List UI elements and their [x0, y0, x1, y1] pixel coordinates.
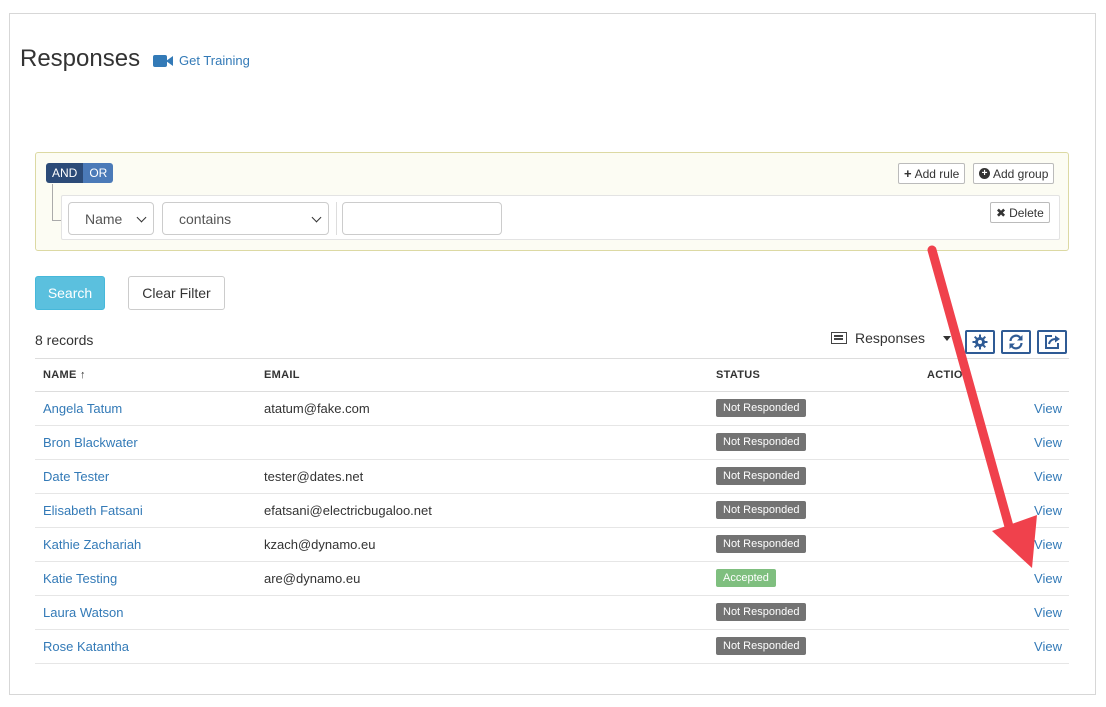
view-link[interactable]: View — [1034, 401, 1062, 416]
rule-divider — [336, 202, 337, 235]
settings-button[interactable] — [965, 330, 995, 354]
respondent-name-link[interactable]: Date Tester — [43, 469, 109, 484]
status-cell: Not Responded — [716, 399, 807, 417]
status-badge: Not Responded — [716, 467, 807, 485]
chevron-down-icon — [136, 212, 147, 223]
rule-value-input[interactable] — [342, 202, 502, 235]
responses-table: NAME ↑ EMAIL STATUS ACTION Angela Tatum a… — [35, 358, 1069, 664]
caret-down-icon — [943, 335, 952, 341]
clear-filter-button[interactable]: Clear Filter — [128, 276, 225, 310]
view-link[interactable]: View — [1034, 469, 1062, 484]
status-cell: Not Responded — [716, 603, 807, 621]
status-badge: Not Responded — [716, 603, 807, 621]
chevron-down-icon — [311, 212, 322, 223]
view-link[interactable]: View — [1034, 435, 1062, 450]
refresh-icon — [1009, 334, 1023, 350]
respondent-name-link[interactable]: Katie Testing — [43, 571, 117, 586]
table-row: Date Tester tester@dates.net Not Responded… — [35, 460, 1069, 494]
column-header-email[interactable]: EMAIL — [264, 369, 300, 381]
view-link[interactable]: View — [1034, 605, 1062, 620]
query-builder: AND OR + Add rule + Add group Name conta… — [35, 152, 1069, 251]
video-camera-icon — [153, 54, 173, 67]
filter-rule: Name contains ✖ Delete — [61, 195, 1060, 240]
add-group-button[interactable]: + Add group — [973, 163, 1055, 184]
and-button[interactable]: AND — [46, 163, 84, 183]
delete-rule-button[interactable]: ✖ Delete — [990, 202, 1050, 223]
status-badge: Not Responded — [716, 501, 807, 519]
view-link[interactable]: View — [1034, 503, 1062, 518]
plus-icon: + — [904, 166, 912, 181]
respondent-email: efatsani@electricbugaloo.net — [264, 503, 432, 518]
table-row: Katie Testing are@dynamo.eu Accepted View — [35, 562, 1069, 596]
respondent-email: kzach@dynamo.eu — [264, 537, 376, 552]
status-badge: Not Responded — [716, 433, 807, 451]
status-badge: Accepted — [716, 569, 776, 587]
table-row: Angela Tatum atatum@fake.com Not Responded… — [35, 392, 1069, 426]
export-button[interactable] — [1037, 330, 1067, 354]
status-badge: Not Responded — [716, 535, 807, 553]
table-header: NAME ↑ EMAIL STATUS ACTION — [35, 358, 1069, 392]
status-cell: Not Responded — [716, 467, 807, 485]
status-badge: Not Responded — [716, 399, 807, 417]
refresh-button[interactable] — [1001, 330, 1031, 354]
add-group-label: Add group — [993, 166, 1049, 181]
field-select[interactable]: Name — [68, 202, 154, 235]
respondent-email: tester@dates.net — [264, 469, 364, 484]
x-icon: ✖ — [996, 205, 1007, 220]
get-training-link[interactable]: Get Training — [153, 53, 250, 68]
status-cell: Not Responded — [716, 433, 807, 451]
records-count: 8 records — [35, 332, 94, 348]
export-icon — [1045, 335, 1060, 349]
view-link[interactable]: View — [1034, 537, 1062, 552]
respondent-name-link[interactable]: Laura Watson — [43, 605, 123, 620]
table-body: Angela Tatum atatum@fake.com Not Responded… — [35, 392, 1069, 664]
column-header-action: ACTION — [927, 369, 971, 381]
operator-select[interactable]: contains — [162, 202, 329, 235]
status-badge: Not Responded — [716, 637, 807, 655]
respondent-name-link[interactable]: Angela Tatum — [43, 401, 122, 416]
delete-label: Delete — [1009, 205, 1044, 220]
plus-circle-icon: + — [979, 168, 990, 179]
table-row: Rose Katantha Not Responded View — [35, 630, 1069, 664]
table-row: Laura Watson Not Responded View — [35, 596, 1069, 630]
respondent-name-link[interactable]: Bron Blackwater — [43, 435, 138, 450]
column-header-name[interactable]: NAME ↑ — [43, 369, 86, 381]
respondent-name-link[interactable]: Kathie Zachariah — [43, 537, 141, 552]
column-header-status[interactable]: STATUS — [716, 369, 760, 381]
get-training-label: Get Training — [179, 53, 250, 68]
table-row: Bron Blackwater Not Responded View — [35, 426, 1069, 460]
page-title: Responses — [20, 45, 141, 72]
operator-select-value: contains — [179, 210, 232, 227]
view-selector[interactable]: Responses — [831, 330, 952, 346]
status-cell: Not Responded — [716, 501, 807, 519]
view-link[interactable]: View — [1034, 571, 1062, 586]
respondent-email: are@dynamo.eu — [264, 571, 361, 586]
respondent-name-link[interactable]: Rose Katantha — [43, 639, 129, 654]
add-rule-label: Add rule — [914, 166, 960, 181]
respondent-name-link[interactable]: Elisabeth Fatsani — [43, 503, 143, 518]
table-row: Kathie Zachariah kzach@dynamo.eu Not Respo… — [35, 528, 1069, 562]
table-row: Elisabeth Fatsani efatsani@electricbugalo… — [35, 494, 1069, 528]
or-button[interactable]: OR — [83, 163, 114, 183]
view-selector-label: Responses — [855, 330, 926, 346]
status-cell: Not Responded — [716, 535, 807, 553]
respondent-email: atatum@fake.com — [264, 401, 370, 416]
list-icon — [831, 332, 847, 344]
condition-toggle: AND OR — [46, 163, 114, 183]
view-link[interactable]: View — [1034, 639, 1062, 654]
status-cell: Not Responded — [716, 637, 807, 655]
gear-icon — [972, 334, 988, 350]
status-cell: Accepted — [716, 569, 776, 587]
field-select-value: Name — [85, 210, 123, 227]
search-button[interactable]: Search — [35, 276, 105, 310]
add-rule-button[interactable]: + Add rule — [898, 163, 966, 184]
